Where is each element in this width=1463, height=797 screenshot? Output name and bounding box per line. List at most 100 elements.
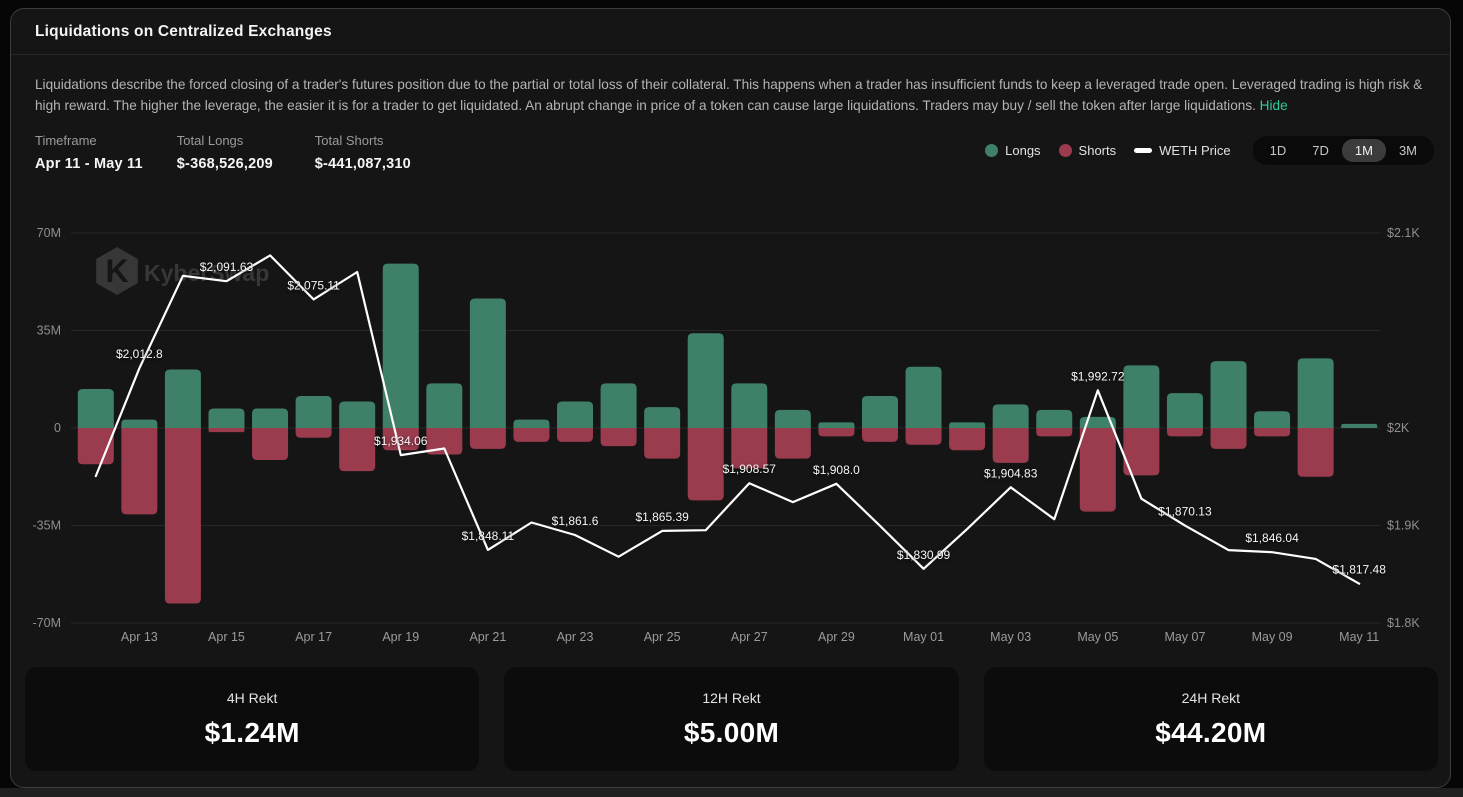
rekt-card-24h-title: 24H Rekt (1182, 690, 1240, 706)
short-bar[interactable] (557, 428, 593, 442)
x-axis-label: May 09 (1252, 630, 1293, 644)
y-left-label: 0 (54, 421, 61, 435)
short-bar[interactable] (339, 428, 375, 471)
price-label: $1,908.0 (813, 463, 860, 477)
y-right-label: $2K (1387, 421, 1410, 435)
short-bar[interactable] (818, 428, 854, 436)
short-bar[interactable] (601, 428, 637, 446)
long-bar[interactable] (1298, 358, 1334, 428)
stat-timeframe-value: Apr 11 - May 11 (35, 156, 143, 172)
short-bar[interactable] (208, 428, 244, 432)
x-axis-label: May 05 (1077, 630, 1118, 644)
legend-weth-price-label: WETH Price (1159, 143, 1231, 158)
price-label: $1,908.57 (723, 462, 777, 476)
price-label: $2,012.8 (116, 347, 163, 361)
long-bar[interactable] (1123, 365, 1159, 428)
short-bar[interactable] (1211, 428, 1247, 449)
hide-link[interactable]: Hide (1260, 98, 1288, 113)
long-bar[interactable] (818, 422, 854, 428)
price-label: $1,848.11 (462, 529, 515, 543)
shorts-bars[interactable] (78, 428, 1334, 604)
range-7d[interactable]: 7D (1299, 139, 1342, 162)
x-axis-label: Apr 29 (818, 630, 855, 644)
long-bar[interactable] (644, 407, 680, 428)
long-bar[interactable] (601, 383, 637, 428)
x-axis-label: May 11 (1339, 630, 1379, 644)
y-right-label: $1.9K (1387, 519, 1420, 533)
short-bar[interactable] (121, 428, 157, 514)
long-bar[interactable] (1211, 361, 1247, 428)
stat-total-longs-label: Total Longs (177, 133, 281, 148)
x-axis-label: Apr 23 (557, 630, 594, 644)
short-bar[interactable] (688, 428, 724, 500)
short-bar[interactable] (993, 428, 1029, 463)
long-bar[interactable] (775, 410, 811, 428)
rekt-card-4h-value: $1.24M (205, 717, 300, 749)
price-label: $2,075.11 (287, 278, 340, 292)
long-bar[interactable] (1167, 393, 1203, 428)
long-bar[interactable] (426, 383, 462, 428)
short-bar[interactable] (949, 428, 985, 450)
short-bar[interactable] (1167, 428, 1203, 436)
long-bar[interactable] (731, 383, 767, 428)
long-bar[interactable] (513, 420, 549, 428)
rekt-card-24h-value: $44.20M (1155, 717, 1266, 749)
x-axis-label: Apr 27 (731, 630, 768, 644)
stat-total-shorts-label: Total Shorts (315, 133, 419, 148)
short-bar[interactable] (470, 428, 506, 449)
long-bar[interactable] (862, 396, 898, 428)
long-bar[interactable] (470, 298, 506, 428)
long-bar[interactable] (906, 367, 942, 428)
long-bar[interactable] (252, 408, 288, 428)
long-bar[interactable] (208, 408, 244, 428)
range-3m[interactable]: 3M (1386, 139, 1430, 162)
short-bar[interactable] (1036, 428, 1072, 436)
range-1m[interactable]: 1M (1342, 139, 1386, 162)
long-bar[interactable] (993, 404, 1029, 428)
liquidations-chart[interactable]: 70M35M0-35M-70M$2.1K$2K$1.9K$1.8KApr 13A… (11, 209, 1451, 661)
stat-timeframe-label: Timeframe (35, 133, 143, 148)
long-bar[interactable] (688, 333, 724, 428)
short-bar[interactable] (644, 428, 680, 459)
short-bar[interactable] (1080, 428, 1116, 512)
short-bar[interactable] (906, 428, 942, 445)
short-bar[interactable] (252, 428, 288, 460)
long-bar[interactable] (1036, 410, 1072, 428)
price-label: $1,817.48 (1333, 563, 1387, 577)
rekt-card-4h-title: 4H Rekt (227, 690, 278, 706)
legend-item-shorts[interactable]: Shorts (1059, 143, 1117, 158)
panel-title: Liquidations on Centralized Exchanges (35, 23, 332, 41)
long-bar[interactable] (78, 389, 114, 428)
x-axis-label: Apr 15 (208, 630, 245, 644)
short-bar[interactable] (1298, 428, 1334, 477)
long-bar[interactable] (296, 396, 332, 428)
long-bar[interactable] (339, 402, 375, 428)
price-label: $1,865.39 (635, 510, 689, 524)
short-bar[interactable] (296, 428, 332, 438)
long-bar[interactable] (1341, 424, 1377, 428)
short-bar[interactable] (862, 428, 898, 442)
long-bar[interactable] (949, 422, 985, 428)
rekt-card-12h-title: 12H Rekt (702, 690, 760, 706)
short-bar[interactable] (165, 428, 201, 604)
legend-item-longs[interactable]: Longs (985, 143, 1040, 158)
stat-total-longs: Total Longs $-368,526,209 (177, 133, 281, 172)
description-body: Liquidations describe the forced closing… (35, 77, 1422, 113)
stat-total-shorts: Total Shorts $-441,087,310 (315, 133, 419, 172)
shorts-dot-icon (1059, 144, 1072, 157)
price-label: $1,846.04 (1245, 531, 1299, 545)
long-bar[interactable] (1254, 411, 1290, 428)
long-bar[interactable] (165, 369, 201, 428)
range-1d[interactable]: 1D (1257, 139, 1300, 162)
longs-bars[interactable] (78, 264, 1377, 428)
short-bar[interactable] (775, 428, 811, 459)
panel-header: Liquidations on Centralized Exchanges (11, 9, 1450, 55)
long-bar[interactable] (557, 402, 593, 428)
x-axis-label: Apr 21 (469, 630, 506, 644)
short-bar[interactable] (1254, 428, 1290, 436)
long-bar[interactable] (121, 420, 157, 428)
short-bar[interactable] (513, 428, 549, 442)
y-right-label: $1.8K (1387, 616, 1420, 630)
x-axis-label: May 03 (990, 630, 1031, 644)
legend-item-weth-price[interactable]: WETH Price (1134, 143, 1231, 158)
